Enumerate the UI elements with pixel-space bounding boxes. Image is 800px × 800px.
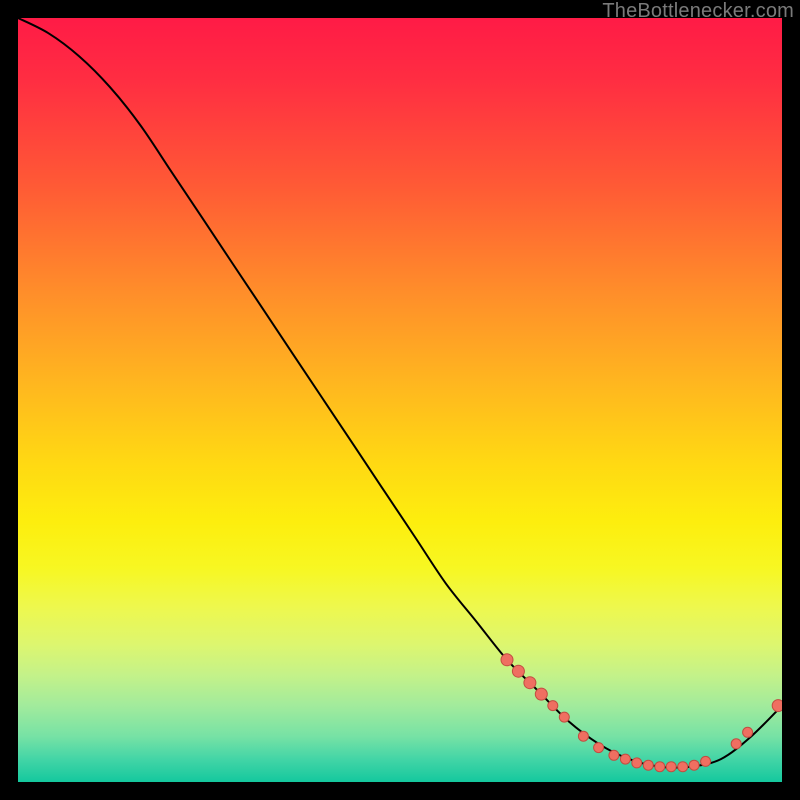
data-marker [678,762,688,772]
plot-area [18,18,782,782]
chart-frame: TheBottlenecker.com [0,0,800,800]
data-marker [559,712,569,722]
data-marker [620,754,630,764]
data-marker [701,756,711,766]
data-marker [501,654,513,666]
data-marker [731,739,741,749]
data-marker [655,762,665,772]
data-marker [535,688,547,700]
data-marker [548,701,558,711]
data-marker [643,760,653,770]
data-marker [609,750,619,760]
data-marker [689,760,699,770]
data-marker [524,677,536,689]
marker-group [501,654,782,772]
chart-svg [18,18,782,782]
data-marker [666,762,676,772]
data-marker [594,743,604,753]
data-marker [772,700,782,712]
data-marker [743,727,753,737]
bottleneck-curve [18,18,782,768]
credit-label: TheBottlenecker.com [602,0,794,23]
data-marker [512,665,524,677]
data-marker [632,758,642,768]
data-marker [578,731,588,741]
